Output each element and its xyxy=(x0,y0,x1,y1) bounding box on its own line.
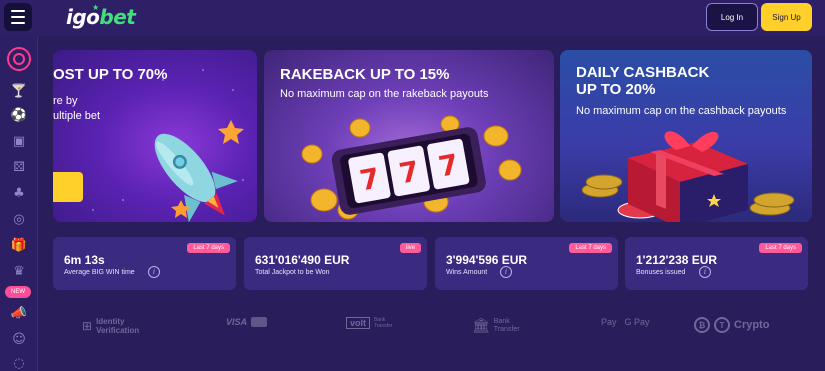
bank-label: Bank xyxy=(493,317,510,325)
promo-subtitle: No maximum cap on the cashback payouts xyxy=(576,105,787,117)
logo-star-icon: ★ xyxy=(92,3,100,12)
promo-cta-button[interactable] xyxy=(53,172,83,202)
google-pay-label: G Pay xyxy=(624,317,650,327)
stat-value: 1'212'238 EUR xyxy=(636,253,718,267)
bitcoin-icon: ₿ xyxy=(694,317,710,333)
promo-title-2: UP TO 20% xyxy=(576,81,656,98)
promo-subtitle-2: ultiple bet xyxy=(53,110,101,122)
stat-label: Wins Amount xyxy=(446,269,488,276)
menu-icon[interactable] xyxy=(4,3,32,31)
promo-card-rakeback[interactable]: 7 7 7 RAKEBACK UP TO 15% No maximum cap … xyxy=(264,50,554,222)
bank-icon: 🏛 xyxy=(472,317,490,333)
payment-apple-google-pay: Pay G Pay xyxy=(597,317,650,327)
verification-label: Verification xyxy=(96,326,140,335)
visa-label: VISA xyxy=(226,317,248,327)
promo-card-boost[interactable]: OST UP TO 70% re by ultiple bet xyxy=(53,50,257,222)
stat-card-bonuses: Last 7 days 1'212'238 EUR Bonuses issued… xyxy=(625,237,808,290)
identity-label: Identity xyxy=(96,317,125,326)
stat-card-big-win-time: Last 7 days 6m 13s Average BIG WIN time … xyxy=(53,237,236,290)
payment-crypto: ₿ T Crypto xyxy=(694,317,769,333)
crypto-label: Crypto xyxy=(734,319,770,331)
payment-visa: VISA xyxy=(226,317,268,327)
megaphone-icon[interactable]: 📣 xyxy=(10,304,28,322)
volt-sub-label: Bank Transfer xyxy=(374,317,393,329)
top-bar: igobet ★ Log In Sign Up xyxy=(0,0,825,36)
transfer-label: Transfer xyxy=(493,325,520,333)
promo-title: RAKEBACK UP TO 15% xyxy=(280,66,450,83)
cards-icon[interactable]: ♣ xyxy=(10,184,28,202)
slot-machine-icon[interactable]: ▣ xyxy=(10,132,28,150)
new-badge: NEW xyxy=(5,286,31,298)
promo-subtitle: No maximum cap on the rakeback payouts xyxy=(280,88,489,100)
info-icon[interactable]: i xyxy=(148,266,160,278)
stat-label: Total Jackpot to be Won xyxy=(255,269,330,276)
stat-badge: Last 7 days xyxy=(759,243,802,253)
promo-title: DAILY CASHBACK xyxy=(576,64,710,81)
soccer-ball-icon[interactable]: ⚽ xyxy=(10,106,28,124)
id-check-icon: ⊞ xyxy=(82,319,93,333)
apple-pay-label: Pay xyxy=(601,317,617,327)
casino-icon[interactable] xyxy=(7,47,31,71)
volt-label: volt xyxy=(346,317,371,329)
cocktail-icon[interactable]: 🍸 xyxy=(10,82,28,100)
stat-badge: live xyxy=(399,243,421,253)
stat-card-wins-amount: Last 7 days 3'994'596 EUR Wins Amount i xyxy=(435,237,618,290)
login-button[interactable]: Log In xyxy=(706,3,758,31)
stat-card-jackpot: live 631'016'490 EUR Total Jackpot to be… xyxy=(244,237,427,290)
stat-badge: Last 7 days xyxy=(187,243,230,253)
chat-icon[interactable]: ◌ xyxy=(10,354,28,371)
gift-icon[interactable]: 🎁 xyxy=(10,236,28,254)
payment-volt: volt Bank Transfer xyxy=(346,317,396,329)
promo-subtitle: re by xyxy=(53,95,78,107)
roulette-icon[interactable]: ◎ xyxy=(10,210,28,228)
stat-value: 6m 13s xyxy=(64,253,105,267)
info-icon[interactable]: i xyxy=(699,266,711,278)
promo-card-cashback[interactable]: DAILY CASHBACK UP TO 20% No maximum cap … xyxy=(560,50,812,222)
logo[interactable]: igobet xyxy=(66,5,136,29)
promo-title: OST UP TO 70% xyxy=(53,66,168,83)
crown-icon[interactable]: ♛ xyxy=(10,262,28,280)
tether-icon: T xyxy=(714,317,730,333)
payment-bank-transfer: 🏛 Bank Transfer xyxy=(472,317,520,334)
stat-value: 631'016'490 EUR xyxy=(255,253,350,267)
stat-label: Average BIG WIN time xyxy=(64,269,135,276)
stat-badge: Last 7 days xyxy=(569,243,612,253)
info-icon[interactable]: i xyxy=(500,266,512,278)
support-icon[interactable]: ☺ xyxy=(10,330,28,348)
signup-button[interactable]: Sign Up xyxy=(761,3,812,31)
sidebar: 🍸 ⚽ ▣ ⚄ ♣ ◎ 🎁 ♛ NEW 📣 ☺ ◌ xyxy=(0,36,38,371)
mastercard-icon xyxy=(251,317,268,327)
stat-value: 3'994'596 EUR xyxy=(446,253,528,267)
payment-identity-verification: ⊞ Identity Verification xyxy=(82,317,139,335)
logo-part2: bet xyxy=(99,5,136,29)
stat-label: Bonuses issued xyxy=(636,269,686,276)
dice-icon[interactable]: ⚄ xyxy=(10,158,28,176)
